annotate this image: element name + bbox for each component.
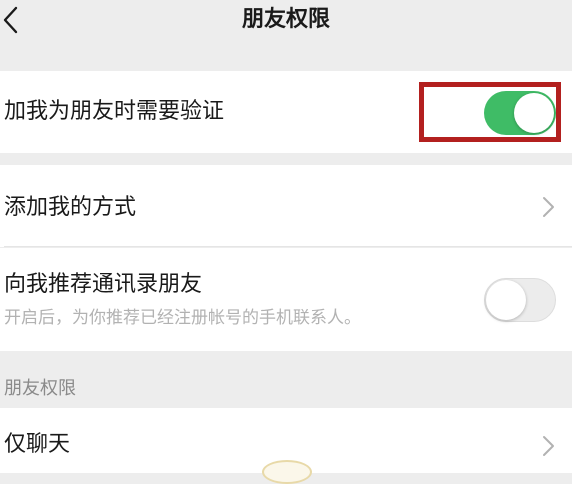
chevron-right-icon <box>543 197 554 217</box>
recommend-contacts-row: 向我推荐通讯录朋友 开启后，为你推荐已经注册帐号的手机联系人。 <box>0 248 572 351</box>
page-title: 朋友权限 <box>241 7 330 32</box>
recommend-contacts-description: 开启后，为你推荐已经注册帐号的手机联系人。 <box>4 308 361 328</box>
section-header: 朋友权限 <box>4 378 76 399</box>
recommend-contacts-label: 向我推荐通讯录朋友 <box>4 272 203 297</box>
chat-only-label: 仅聊天 <box>4 432 71 457</box>
navigation-bar: 朋友权限 <box>0 0 572 50</box>
toggle-knob <box>486 280 526 320</box>
floating-sticker <box>262 460 312 484</box>
add-methods-row[interactable]: 添加我的方式 <box>0 165 572 247</box>
add-methods-label: 添加我的方式 <box>4 195 137 220</box>
recommend-contacts-toggle[interactable] <box>484 278 556 322</box>
verify-friend-label: 加我为朋友时需要验证 <box>4 99 225 124</box>
divider <box>4 246 572 247</box>
chevron-right-icon <box>543 436 554 456</box>
highlight-annotation <box>419 82 561 142</box>
